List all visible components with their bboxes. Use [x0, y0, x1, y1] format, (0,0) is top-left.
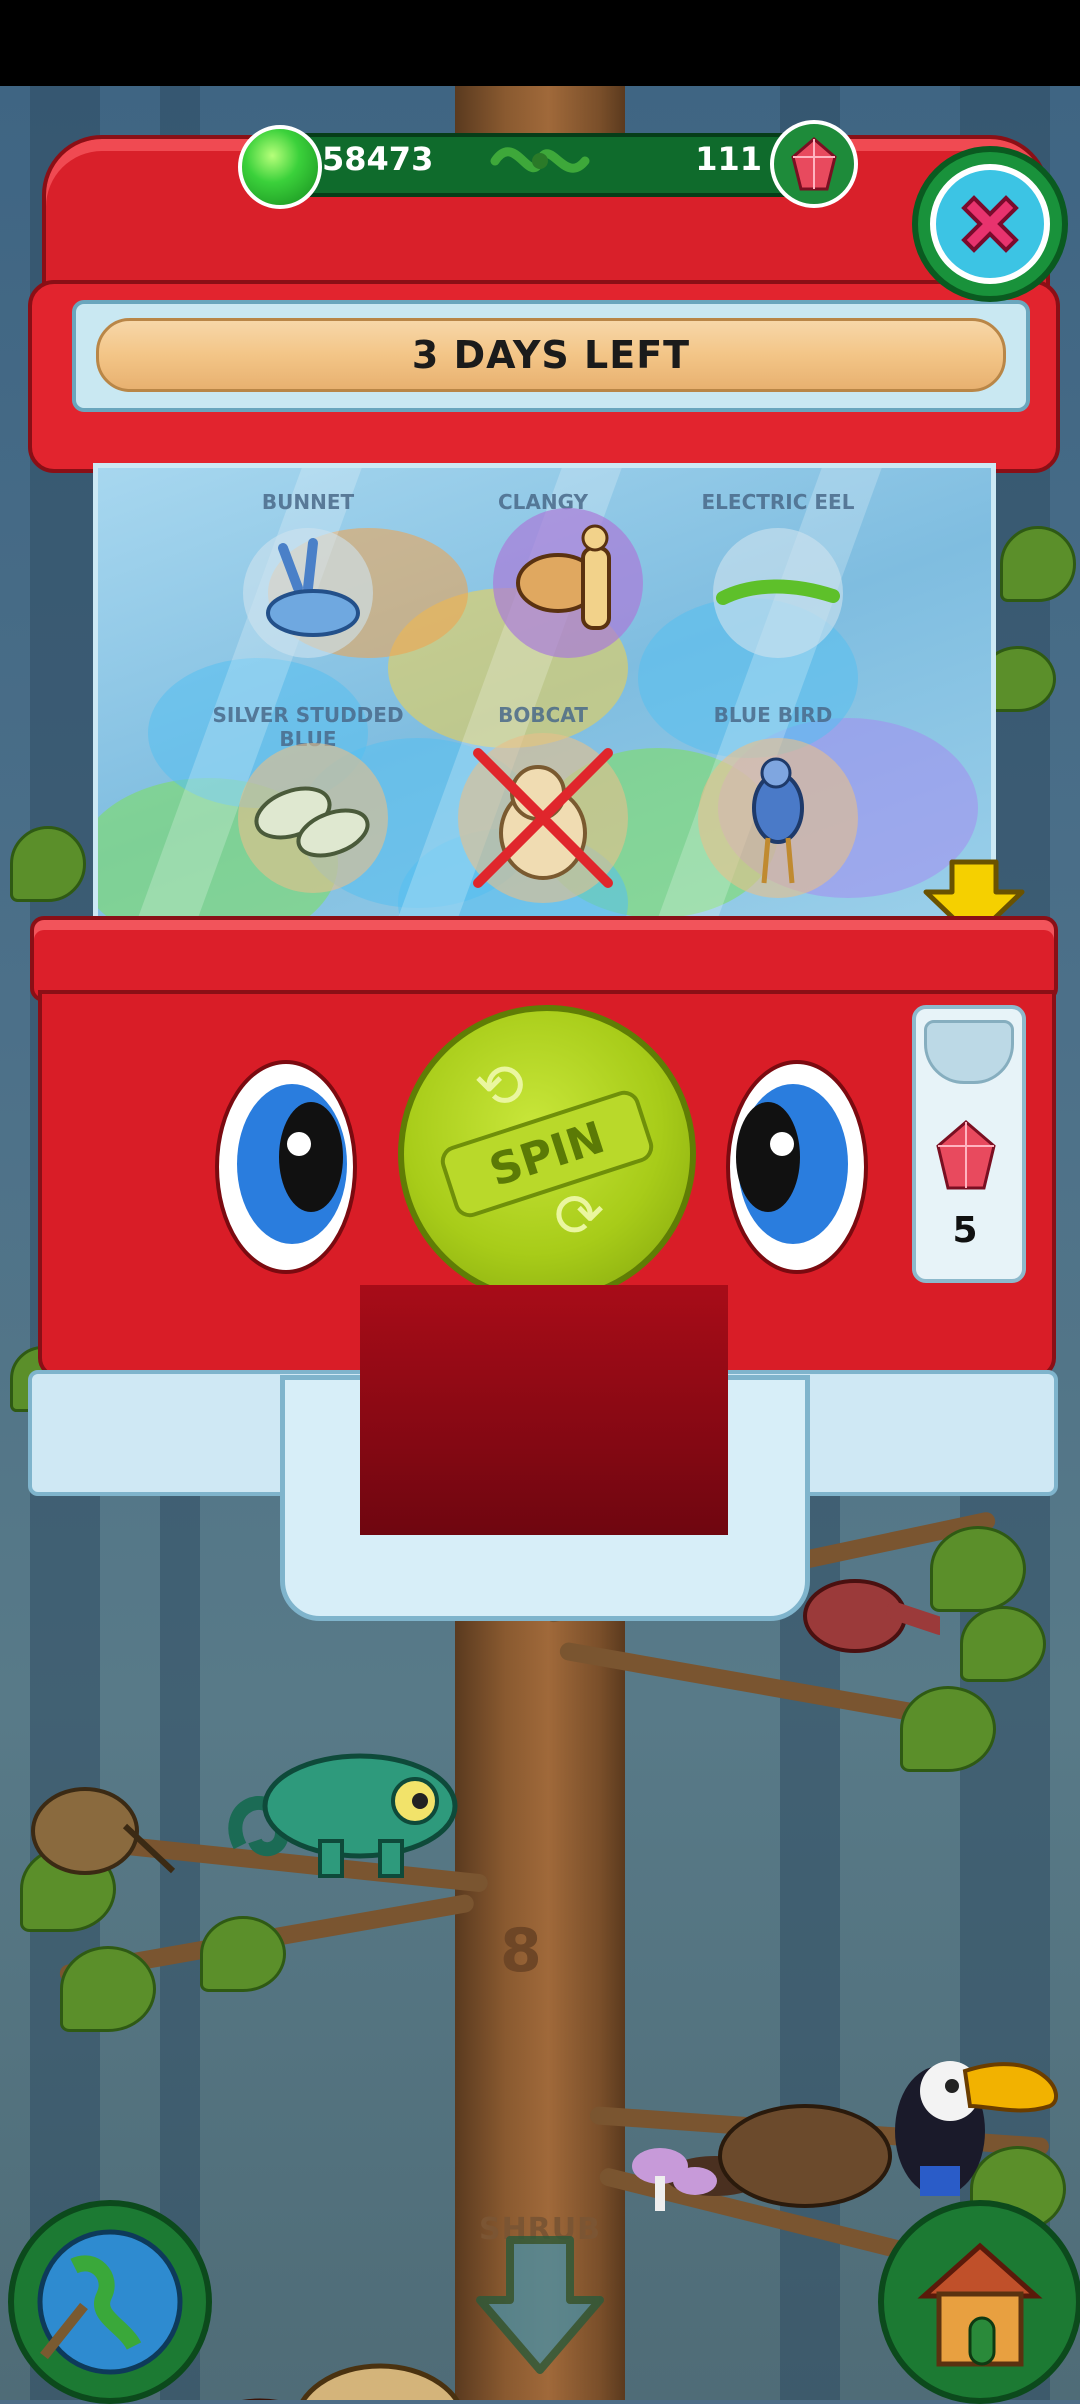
prize-name: BLUE BIRD: [713, 703, 833, 727]
close-icon: [930, 164, 1050, 284]
machine-mouth: [360, 1285, 728, 1535]
bulldog-icon: [241, 2363, 460, 2400]
chameleon-icon: [228, 1753, 458, 1878]
gem-count: 111: [695, 140, 762, 178]
toucan-icon: [895, 2061, 1058, 2196]
spin-cost-value: 5: [952, 1210, 978, 1251]
green-gem-icon: [238, 125, 322, 209]
globe-icon: [37, 2229, 183, 2375]
coin-count: 58473: [322, 140, 434, 178]
crystal-icon: [936, 1120, 996, 1190]
anteater-icon: [803, 1579, 940, 1653]
spin-label-plate: SPIN: [436, 1086, 658, 1222]
time-left-banner: 3 DAYS LEFT: [96, 318, 1006, 392]
prize-name: BUNNET: [261, 490, 355, 514]
kiwi-bird-icon: [31, 1787, 175, 1875]
time-left-text: 3 DAYS LEFT: [411, 333, 691, 377]
clangy-prize-icon[interactable]: [493, 508, 643, 658]
tree-stage-mark: 8: [500, 1916, 542, 1986]
close-button[interactable]: [912, 146, 1068, 302]
prize-name: BOBCAT: [498, 703, 588, 727]
butterfly-prize-icon[interactable]: [238, 743, 388, 893]
prize-name: ELECTRIC EEL: [701, 490, 855, 514]
scroll-down-button[interactable]: [470, 2230, 610, 2380]
world-map-button[interactable]: [8, 2200, 212, 2404]
bobcat-prize-icon[interactable]: [458, 733, 628, 903]
down-arrow-icon: [476, 2236, 604, 2374]
status-bar: [0, 0, 1080, 86]
house-icon: [917, 2242, 1043, 2367]
crystal-currency-icon: [770, 120, 858, 208]
electric-eel-prize-icon[interactable]: [713, 528, 843, 658]
rotate-arrow-icon: ⟳: [554, 1181, 605, 1251]
mushroom-cluster-icon: [632, 2148, 717, 2211]
spin-button[interactable]: ⟲ SPIN ⟳: [398, 1005, 696, 1303]
left-eye-icon: [215, 1060, 357, 1274]
rotate-arrow-icon: ⟲: [474, 1051, 525, 1121]
vine-ornament-icon: [490, 147, 590, 173]
bunnet-prize-icon[interactable]: [243, 528, 373, 658]
prize-display-glass: BUNNET CLANGY ELECTRIC EEL SILVER STUDDE…: [93, 463, 996, 933]
home-button[interactable]: [878, 2200, 1080, 2404]
blue-bird-prize-icon[interactable]: [698, 738, 858, 898]
right-eye-icon: [726, 1060, 868, 1274]
